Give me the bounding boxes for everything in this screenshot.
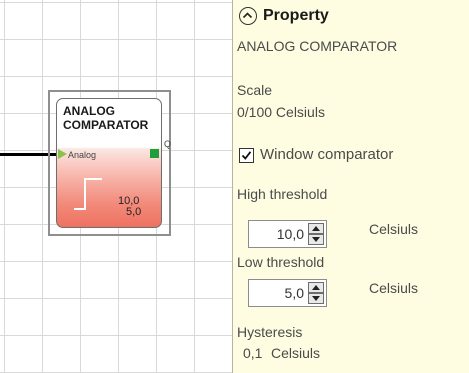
block-title: ANALOG COMPARATOR <box>63 104 161 132</box>
high-threshold-spinner[interactable] <box>308 223 324 245</box>
window-comparator-label[interactable]: Window comparator <box>260 146 393 163</box>
spin-down-icon[interactable] <box>308 234 324 245</box>
output-pin-icon[interactable] <box>150 149 159 158</box>
low-threshold-label: Low threshold <box>237 254 325 270</box>
input-pin-label: Analog <box>68 150 97 160</box>
high-threshold-label: High threshold <box>237 186 328 202</box>
window-comparator-checkbox[interactable] <box>239 148 254 163</box>
low-threshold-unit: Celsiuls <box>369 280 419 296</box>
chevron-up-icon[interactable] <box>239 7 257 25</box>
high-threshold-value[interactable]: 10,0 <box>277 226 304 242</box>
spin-up-icon[interactable] <box>308 223 324 234</box>
hysteresis-unit: Celsiuls <box>271 345 321 361</box>
block-title-line2: COMPARATOR <box>63 118 149 132</box>
property-panel: Property ANALOG COMPARATOR Scale 0/100 C… <box>232 0 469 373</box>
hysteresis-value: 0,1 <box>243 345 263 361</box>
scale-value: 0/100 Celsiuls <box>237 104 325 120</box>
block-name: ANALOG COMPARATOR <box>237 38 398 54</box>
high-threshold-input[interactable]: 10,0 <box>248 220 327 248</box>
block-low-value: 5,0 <box>126 206 142 218</box>
checkmark-icon <box>241 151 252 160</box>
scale-label: Scale <box>237 82 273 98</box>
low-threshold-spinner[interactable] <box>308 282 324 304</box>
low-threshold-value[interactable]: 5,0 <box>285 285 304 301</box>
input-pin-icon[interactable] <box>58 149 67 159</box>
spin-up-icon[interactable] <box>308 282 324 293</box>
low-threshold-input[interactable]: 5,0 <box>248 279 327 307</box>
panel-title: Property <box>263 7 329 24</box>
step-function-icon <box>74 178 102 210</box>
hysteresis-label: Hysteresis <box>237 324 303 340</box>
spin-down-icon[interactable] <box>308 293 324 304</box>
high-threshold-unit: Celsiuls <box>369 221 419 237</box>
design-canvas[interactable]: ANALOG COMPARATOR Analog Q 10,0 5,0 <box>0 0 232 373</box>
output-pin-label: Q <box>164 139 172 149</box>
block-title-line1: ANALOG <box>63 104 115 118</box>
